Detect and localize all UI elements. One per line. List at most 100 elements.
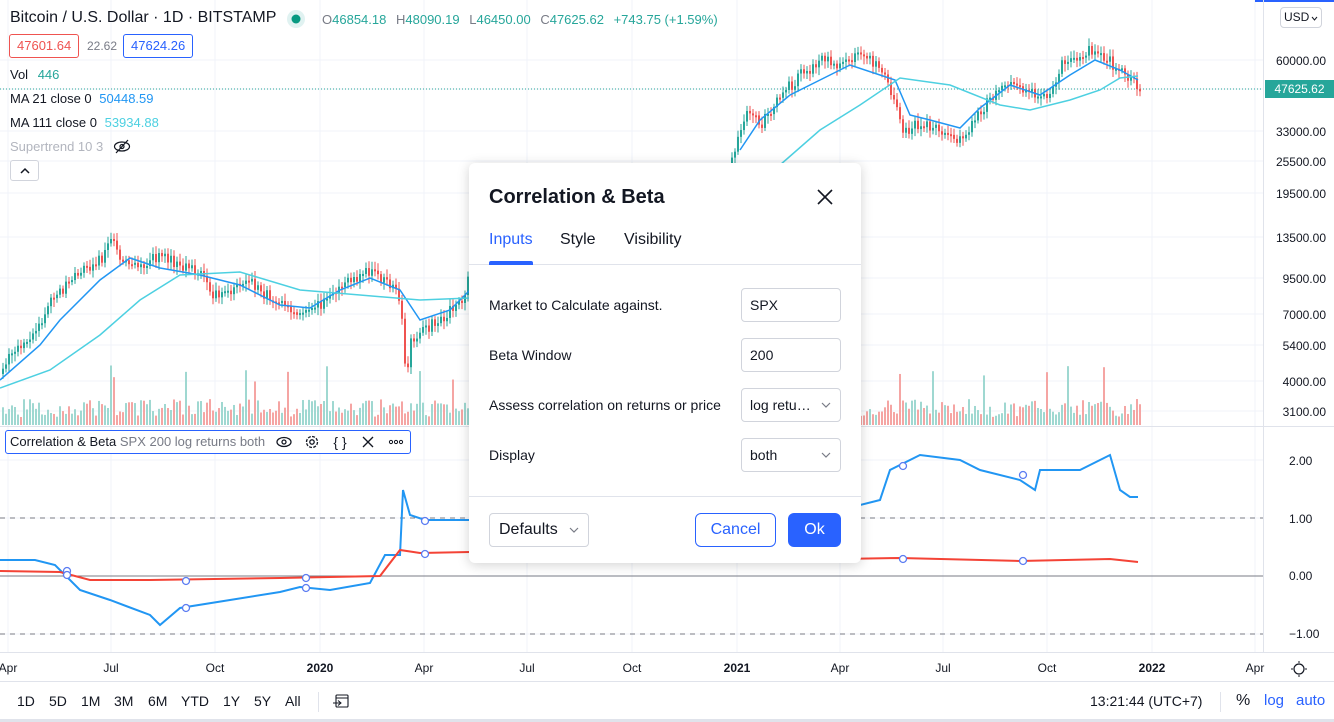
volume-bar: [272, 412, 274, 425]
close-icon[interactable]: [359, 434, 377, 450]
tab-visibility[interactable]: Visibility: [624, 231, 682, 249]
beta-window-input[interactable]: 200: [741, 338, 841, 372]
market-input[interactable]: SPX: [741, 288, 841, 322]
volume-bar: [194, 413, 196, 425]
volume-bar: [314, 400, 316, 425]
range-all-button[interactable]: All: [285, 693, 301, 709]
range-ytd-button[interactable]: YTD: [181, 693, 209, 709]
candle-body: [71, 280, 73, 283]
candle-body: [50, 297, 52, 307]
collapse-legend-button[interactable]: [10, 160, 39, 181]
volume-bar: [407, 411, 409, 425]
candle-body: [881, 67, 883, 73]
range-1d-button[interactable]: 1D: [17, 693, 35, 709]
bottom-toolbar: 1D 5D 1M 3M 6M YTD 1Y 5Y All 13:21:44 (U…: [0, 681, 1334, 719]
candle-body: [2, 368, 4, 374]
candle-body: [89, 266, 91, 271]
candle-body: [923, 126, 925, 129]
volume-bar: [113, 377, 115, 425]
clock[interactable]: 13:21:44 (UTC+7): [1090, 693, 1202, 709]
gear-icon[interactable]: [303, 434, 321, 450]
volume-bar: [128, 402, 130, 425]
auto-scale-toggle[interactable]: auto: [1296, 692, 1325, 709]
volume-bar: [950, 413, 952, 425]
symbol-title[interactable]: Bitcoin / U.S. Dollar · 1D · BITSTAMP: [10, 9, 276, 27]
sell-price-button[interactable]: 47601.64: [9, 34, 80, 58]
range-1m-button[interactable]: 1M: [81, 693, 100, 709]
volume-bar: [338, 407, 340, 425]
percent-scale-toggle[interactable]: %: [1236, 692, 1250, 710]
more-icon[interactable]: [387, 434, 405, 450]
range-3m-button[interactable]: 3M: [114, 693, 133, 709]
legend-supertrend[interactable]: Supertrend 10 3: [10, 139, 103, 154]
tab-inputs[interactable]: Inputs: [489, 231, 533, 249]
candle-body: [1046, 93, 1048, 99]
volume-bar: [980, 414, 982, 425]
candle-body: [170, 255, 172, 263]
price-axis-label: 7000.00: [1282, 308, 1326, 322]
candle-body: [416, 338, 418, 342]
legend-ma111[interactable]: MA 111 close 0 53934.88: [10, 115, 159, 130]
volume-bar: [431, 404, 433, 425]
candle-body: [308, 309, 310, 312]
volume-bar: [350, 403, 352, 425]
volume-bar: [1121, 413, 1123, 425]
volume-bar: [1091, 405, 1093, 425]
volume-bar: [296, 408, 298, 425]
volume-bar: [32, 403, 34, 425]
candle-body: [56, 294, 58, 299]
goto-date-icon[interactable]: [333, 692, 351, 710]
range-5d-button[interactable]: 5D: [49, 693, 67, 709]
legend-ma21[interactable]: MA 21 close 0 50448.59: [10, 91, 154, 106]
tab-style[interactable]: Style: [560, 231, 596, 249]
buy-price-button[interactable]: 47624.26: [123, 34, 194, 58]
candle-body: [47, 306, 49, 315]
candle-body: [1088, 45, 1090, 56]
candle-body: [209, 282, 211, 292]
display-select[interactable]: both: [741, 438, 841, 472]
range-1y-button[interactable]: 1Y: [223, 693, 240, 709]
volume-bar: [416, 403, 418, 425]
defaults-dropdown[interactable]: Defaults: [489, 513, 589, 547]
time-axis[interactable]: Apr Jul Oct 2020 Apr Jul Oct 2021 Apr Jul Oct 2022 A…: [0, 652, 1334, 681]
close-icon[interactable]: [815, 187, 835, 207]
price-axis[interactable]: 60000.00 33000.00 25500.00 19500.00 1350…: [1263, 0, 1334, 652]
indicator-settings-dialog: Correlation & Beta Inputs Style Visibili…: [469, 163, 861, 563]
volume-bar: [311, 401, 313, 425]
eye-icon[interactable]: [275, 434, 293, 450]
candle-body: [797, 73, 799, 87]
volume-bar: [878, 411, 880, 425]
volume-bar: [248, 399, 250, 425]
candle-body: [998, 90, 1000, 93]
correlation-mode-select[interactable]: log retu…: [741, 388, 841, 422]
candle-body: [410, 338, 412, 368]
correlation-mode-label: Assess correlation on returns or price: [489, 397, 721, 413]
currency-selector[interactable]: USD: [1280, 7, 1322, 28]
price-axis-label: 5400.00: [1282, 339, 1326, 353]
log-scale-toggle[interactable]: log: [1264, 692, 1284, 709]
candle-body: [11, 353, 13, 356]
volume-bar: [920, 401, 922, 425]
candle-body: [938, 124, 940, 132]
source-code-icon[interactable]: { }: [331, 434, 349, 450]
candle-body: [947, 132, 949, 135]
legend-volume[interactable]: Vol 446: [10, 67, 59, 82]
volume-bar: [35, 408, 37, 425]
volume-bar: [218, 408, 220, 425]
volume-bar: [410, 403, 412, 425]
candle-body: [140, 264, 142, 268]
candle-body: [161, 253, 163, 257]
candle-body: [824, 55, 826, 62]
candle-body: [974, 120, 976, 123]
footer-divider: [469, 496, 861, 497]
ok-button[interactable]: Ok: [788, 513, 841, 547]
range-5y-button[interactable]: 5Y: [254, 693, 271, 709]
range-6m-button[interactable]: 6M: [148, 693, 167, 709]
candle-body: [971, 120, 973, 133]
sun-settings-icon[interactable]: [1290, 660, 1308, 678]
indicator-legend[interactable]: Correlation & Beta SPX 200 log returns b…: [5, 430, 411, 454]
volume-bar: [53, 413, 55, 425]
cancel-button[interactable]: Cancel: [695, 513, 776, 547]
eye-hidden-icon[interactable]: [113, 139, 131, 154]
market-status-icon[interactable]: [286, 9, 306, 29]
